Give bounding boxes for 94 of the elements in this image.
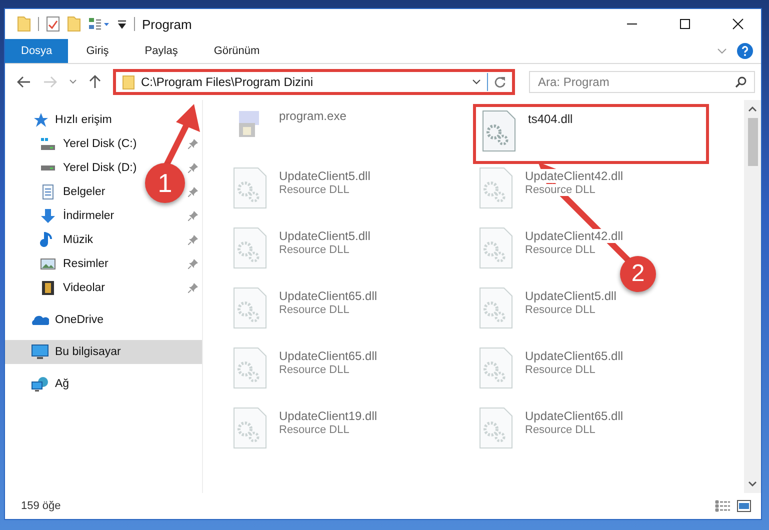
file-name[interactable]: UpdateClient42.dll [525,169,624,183]
dropdown-caret-icon[interactable] [472,79,481,85]
file-name[interactable]: UpdateClient5.dll [525,289,616,303]
pin-icon[interactable] [188,139,198,149]
pin-icon[interactable] [188,283,198,293]
drive-icon [40,165,56,171]
sidebar-item[interactable]: Videolar [63,282,105,294]
gear-file-icon [233,407,267,449]
gear-file-icon [233,227,267,269]
folder-icon[interactable] [17,16,31,32]
folder-icon [122,74,135,90]
up-arrow-icon [89,75,101,89]
gear-file-icon [479,407,513,449]
ribbon-tab[interactable]: Paylaş [126,39,196,63]
file-name[interactable]: ts404.dll [528,112,573,126]
sidebar-item[interactable]: Ağ [55,378,70,390]
file-name[interactable]: UpdateClient65.dll [525,349,624,363]
file-name[interactable]: UpdateClient65.dll [279,289,378,303]
sidebar-item[interactable]: Belgeler [63,186,106,198]
document-icon [40,184,56,200]
close-icon [732,18,744,30]
file-name[interactable]: UpdateClient5.dll [279,229,370,243]
sidebar-item[interactable]: OneDrive [55,314,104,326]
sidebar-item[interactable]: Hızlı erişim [55,114,112,126]
window-title: Program [142,16,192,32]
gear-file-icon [479,287,513,329]
file-type: Resource DLL [279,424,350,436]
search-icon [735,76,747,88]
properties-icon[interactable] [46,16,60,32]
file-name[interactable]: UpdateClient19.dll [279,409,378,423]
gear-file-icon [233,287,267,329]
gear-file-icon [482,110,516,152]
maximize-icon [679,18,691,30]
address-bar[interactable]: C:\Program Files\Program Dizini [113,69,515,95]
file-type: Resource DLL [279,184,350,196]
sidebar-label: Bu bilgisayar [55,346,121,358]
new-folder-icon[interactable] [67,16,81,32]
forward-arrow-icon [43,76,57,88]
sidebar-item[interactable]: Yerel Disk (D:) [63,162,137,174]
drive-icon [40,138,56,150]
picture-icon [40,256,56,272]
scrollbar-thumb[interactable] [748,118,758,166]
sidebar-item[interactable]: Yerel Disk (C:) [63,138,137,150]
film-strip-icon [40,280,56,296]
details-view-icon[interactable] [715,500,731,512]
gear-file-icon [479,347,513,389]
star-icon [32,112,48,128]
download-arrow-icon [40,208,56,224]
pin-icon[interactable] [188,235,198,245]
gear-file-icon [233,347,267,389]
pin-icon[interactable] [188,187,198,197]
minimize-icon [626,23,638,25]
file-type: Resource DLL [525,244,596,256]
ribbon-tab[interactable]: Dosya [5,39,68,63]
gear-file-icon [479,167,513,209]
gear-file-icon [233,167,267,209]
file-type: Resource DLL [279,364,350,376]
refresh-icon[interactable] [494,76,506,88]
help-icon[interactable] [737,43,753,59]
scroll-up-icon[interactable] [748,106,757,112]
caret-icon [69,79,77,85]
search-field[interactable]: Ara: Program [529,71,755,93]
view-options-icon[interactable] [88,17,110,31]
item-count: 159 öğe [21,500,61,512]
monitor-icon [31,344,49,360]
file-type: Resource DLL [525,424,596,436]
pin-icon[interactable] [188,211,198,221]
ribbon-tab[interactable]: Görünüm [196,39,278,63]
ribbon-tab[interactable]: Giriş [68,39,127,63]
cloud-icon [31,314,49,326]
gear-file-icon [479,227,513,269]
file-name[interactable]: UpdateClient42.dll [525,229,624,243]
sidebar-item[interactable]: Bu bilgisayar [5,340,202,364]
file-type: Resource DLL [525,364,596,376]
expand-ribbon-icon[interactable] [717,48,727,54]
back-arrow-icon [17,76,31,88]
sidebar-item[interactable]: Resimler [63,258,108,270]
file-type: Resource DLL [525,304,596,316]
pin-icon[interactable] [188,163,198,173]
pin-icon[interactable] [188,259,198,269]
file-name[interactable]: UpdateClient65.dll [525,409,624,423]
file-name[interactable]: UpdateClient5.dll [279,169,370,183]
file-name[interactable]: UpdateClient65.dll [279,349,378,363]
file-type: Resource DLL [525,184,596,196]
scroll-down-icon[interactable] [748,481,757,487]
file-type: Resource DLL [279,244,350,256]
sidebar-item[interactable]: İndirmeler [63,210,114,222]
network-globe-icon [31,376,49,392]
customize-toolbar-icon[interactable] [117,19,127,29]
large-icons-view-icon[interactable] [737,500,751,512]
sidebar-item[interactable]: Müzik [63,234,94,246]
address-path: C:\Program Files\Program Dizini [141,75,314,89]
scrollbar[interactable] [744,100,761,493]
file-type: Resource DLL [279,304,350,316]
